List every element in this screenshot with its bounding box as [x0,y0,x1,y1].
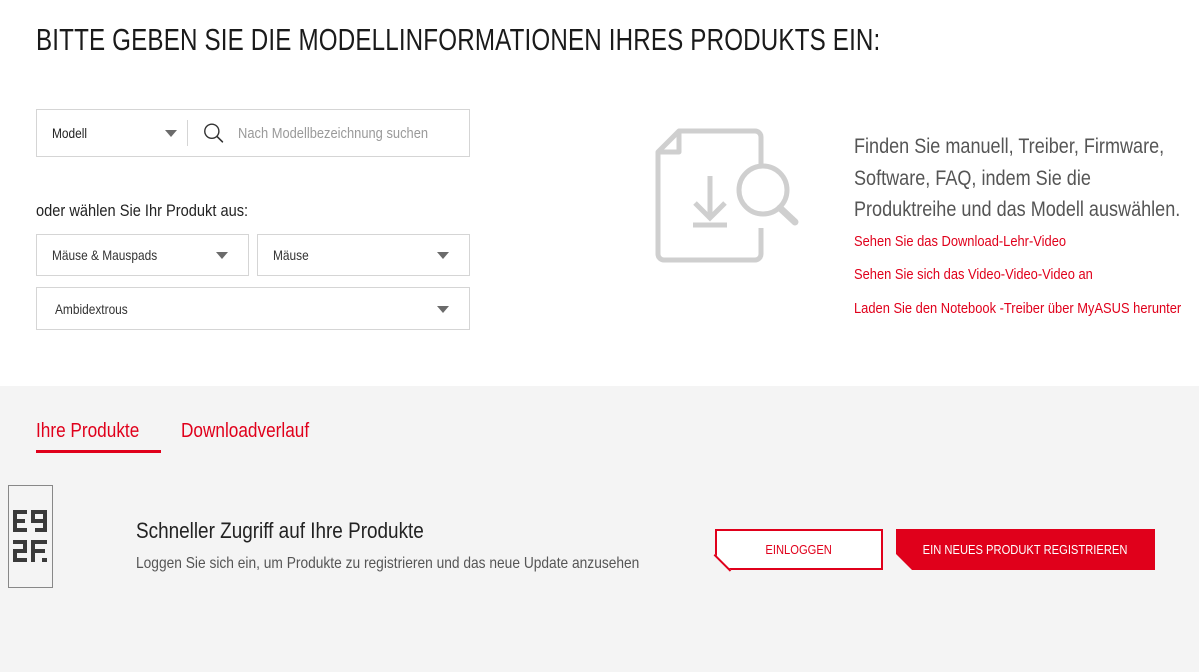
active-tab-indicator [36,450,161,453]
quick-access-subtitle: Loggen Sie sich ein, um Produkte zu regi… [136,555,640,572]
model-search-input[interactable] [237,124,437,142]
search-type-value: Modell [52,125,88,141]
series-value: Ambidextrous [55,300,128,317]
divider [186,120,188,146]
model-search-box: Modell [36,109,470,157]
info-text: Finden Sie manuell, Treiber, Firmware, S… [854,135,1181,221]
quick-access-title: Schneller Zugriff auf Ihre Produkte [136,518,424,543]
video-link[interactable]: Sehen Sie sich das Video-Video-Video an [854,266,1093,283]
search-type-select[interactable]: Modell [37,110,187,156]
choose-product-label: oder wählen Sie Ihr Produkt aus: [36,201,249,220]
login-button[interactable]: EINLOGGEN [715,529,883,570]
subcategory-dropdown[interactable]: Mäuse [257,234,470,276]
download-tutorial-link[interactable]: Sehen Sie das Download-Lehr-Video [854,233,1066,250]
register-product-button[interactable]: EIN NEUES PRODUKT REGISTRIEREN [896,529,1155,570]
code-graphic [13,510,47,562]
chevron-down-icon [437,252,449,259]
login-button-label: EINLOGGEN [765,542,833,557]
tab-download-history[interactable]: Downloadverlauf [181,420,309,443]
page-title: BITTE GEBEN SIE DIE MODELLINFORMATIONEN … [36,22,881,57]
search-icon[interactable] [203,122,224,144]
register-button-label: EIN NEUES PRODUKT REGISTRIEREN [923,542,1128,557]
chevron-down-icon [437,306,449,313]
code-badge [8,485,53,588]
tab-your-products[interactable]: Ihre Produkte [36,420,139,443]
chevron-down-icon [216,252,228,259]
myasus-driver-link[interactable]: Laden Sie den Notebook -Treiber über MyA… [854,300,1181,317]
chevron-down-icon [164,130,177,137]
subcategory-value: Mäuse [273,247,309,263]
category-value: Mäuse & Mauspads [52,247,158,263]
series-dropdown[interactable]: Ambidextrous [36,287,470,330]
category-dropdown[interactable]: Mäuse & Mauspads [36,234,249,276]
document-search-icon [655,128,799,263]
